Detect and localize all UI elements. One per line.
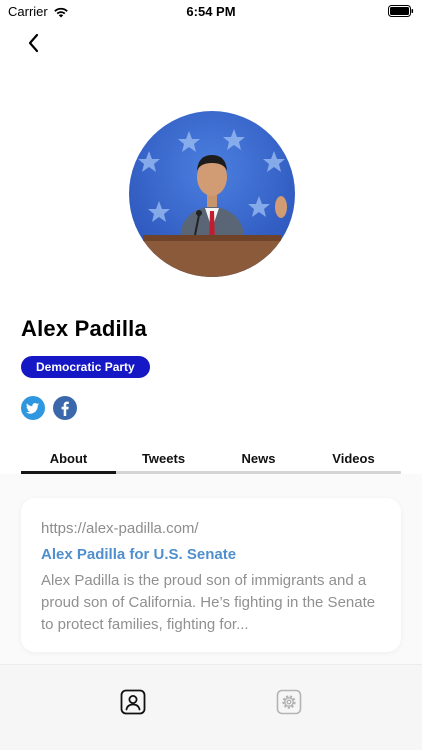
avatar <box>129 111 295 277</box>
chevron-left-icon <box>28 33 39 53</box>
back-button[interactable] <box>22 30 46 56</box>
website-url: https://alex-padilla.com/ <box>41 520 199 537</box>
tab-tweets[interactable]: Tweets <box>116 446 211 474</box>
party-badge: Democratic Party <box>21 356 150 378</box>
twitter-icon <box>26 403 39 414</box>
twitter-button[interactable] <box>21 396 45 420</box>
tab-videos[interactable]: Videos <box>306 446 401 474</box>
facebook-icon <box>61 401 69 416</box>
website-description: Alex Padilla is the proud son of immigra… <box>41 572 376 633</box>
bottom-tab-bar <box>0 664 422 750</box>
about-card: https://alex-padilla.com/ Alex Padilla f… <box>21 498 401 652</box>
person-name: Alex Padilla <box>21 316 147 341</box>
tab-bar: About Tweets News Videos <box>21 446 401 474</box>
battery-icon <box>388 5 414 17</box>
website-title-link[interactable]: Alex Padilla for U.S. Senate <box>41 546 236 563</box>
person-icon[interactable] <box>120 689 146 715</box>
gear-icon[interactable] <box>276 689 302 715</box>
facebook-button[interactable] <box>53 396 77 420</box>
status-bar: Carrier 6:54 PM <box>0 0 422 24</box>
tab-news[interactable]: News <box>211 446 306 474</box>
status-time: 6:54 PM <box>186 4 236 19</box>
tab-about[interactable]: About <box>21 446 116 474</box>
